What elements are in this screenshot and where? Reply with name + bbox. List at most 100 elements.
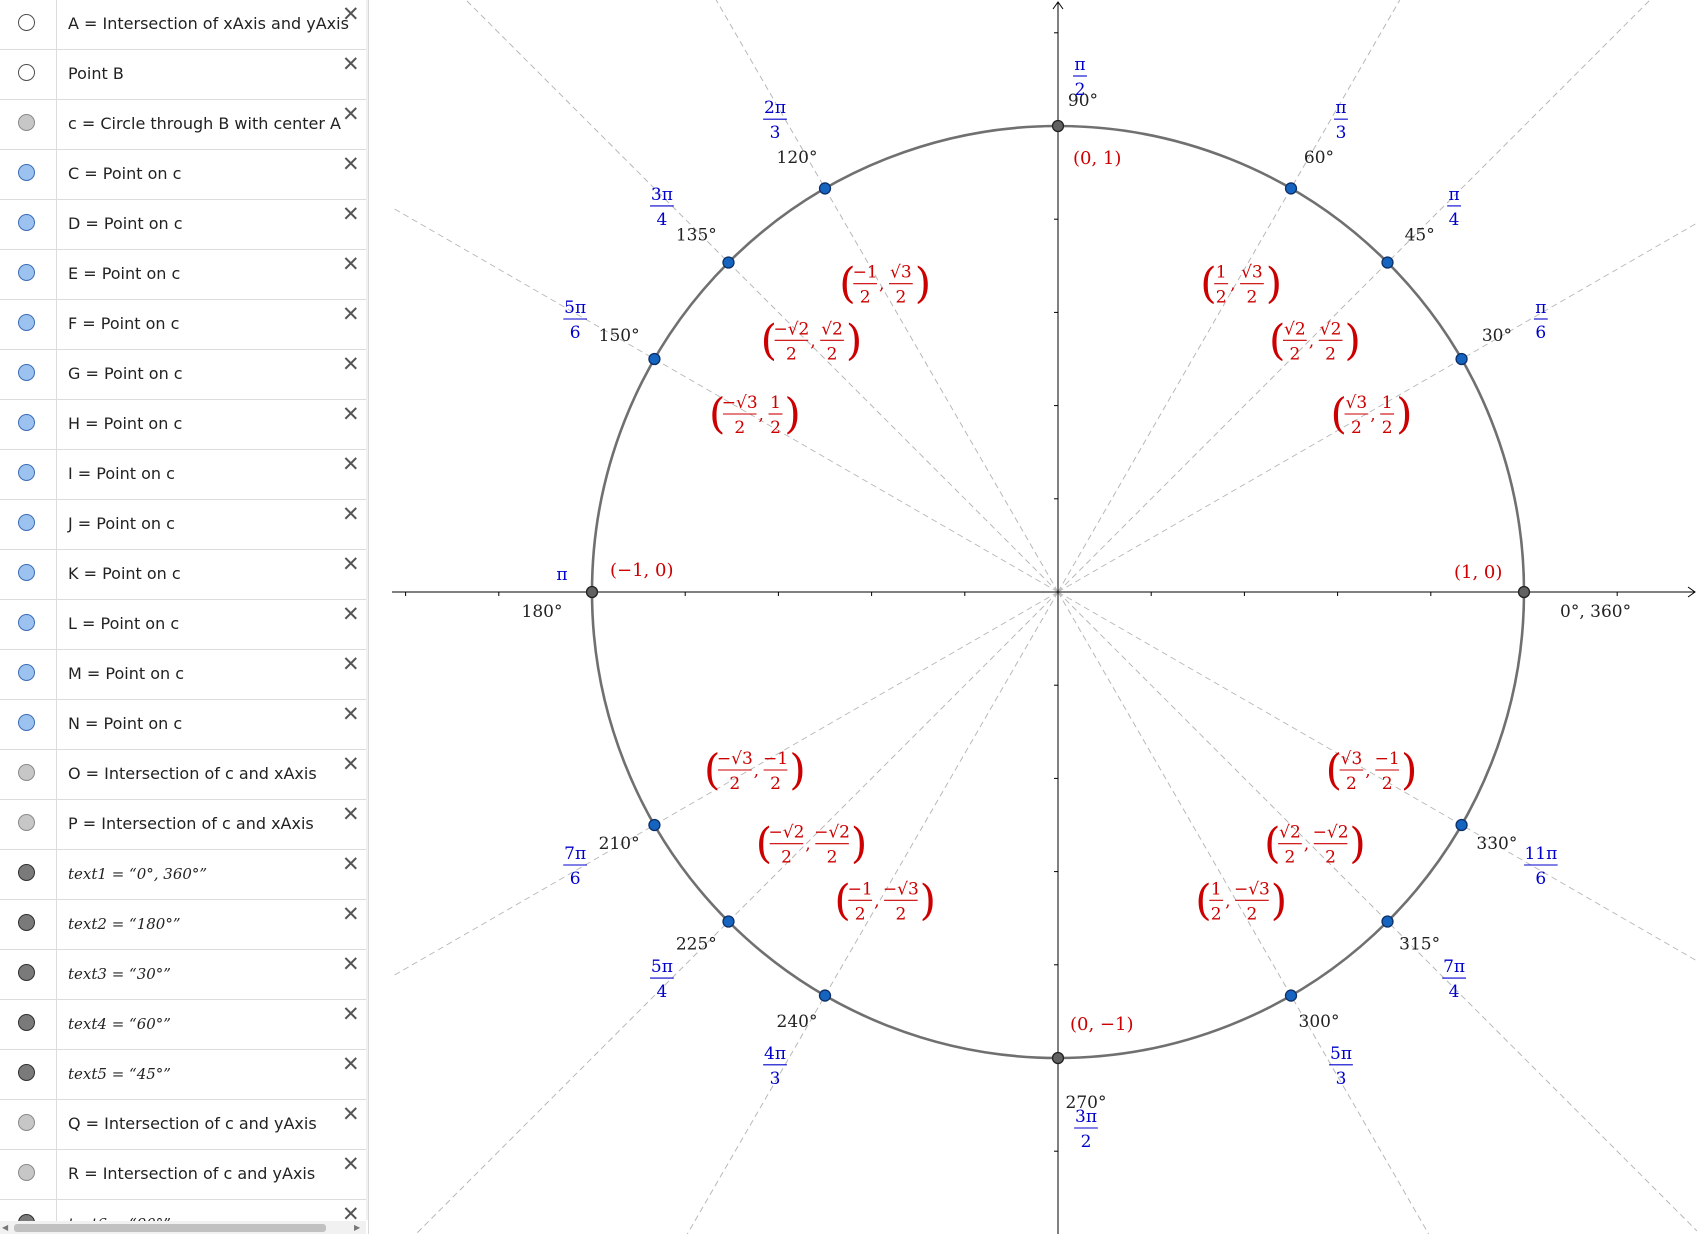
reference-ray — [465, 0, 1059, 593]
axis-intersection-point[interactable] — [1051, 1051, 1065, 1065]
radian-label-numerator: 4π — [764, 1044, 786, 1064]
point-on-circle[interactable] — [722, 256, 735, 269]
left-paren: ( — [1200, 259, 1216, 308]
radian-label-denominator: 2 — [1081, 1132, 1092, 1152]
axis-intersection-point[interactable] — [585, 585, 599, 599]
radian-label-denominator: 3 — [1336, 123, 1347, 143]
coordinate-x-denominator: 2 — [1346, 774, 1357, 794]
degree-label: 210° — [599, 834, 640, 854]
right-paren: ) — [1266, 259, 1282, 308]
coordinate-y-numerator: −1 — [763, 749, 788, 769]
coordinate-y-numerator: √3 — [890, 263, 912, 283]
right-paren: ) — [1401, 745, 1417, 794]
right-paren: ) — [789, 745, 805, 794]
radian-label-denominator: 4 — [1449, 982, 1460, 1002]
point-on-circle[interactable] — [722, 915, 735, 928]
reference-ray — [1057, 591, 1697, 962]
comma: , — [874, 891, 879, 911]
radian-label-denominator: 3 — [770, 1069, 781, 1089]
coordinate-x-numerator: −√3 — [717, 749, 753, 769]
coordinate-y-numerator: √3 — [1241, 263, 1263, 283]
coordinate-x-denominator: 2 — [1285, 848, 1296, 868]
coordinate-label: (,) — [1326, 745, 1418, 794]
coordinate-x-denominator: 2 — [1351, 418, 1362, 438]
reference-ray — [1057, 0, 1651, 593]
coordinate-y-denominator: 2 — [827, 848, 838, 868]
axis-intersection-point[interactable] — [1517, 585, 1531, 599]
left-paren: ( — [1326, 745, 1342, 794]
left-paren: ( — [1269, 315, 1285, 364]
radian-label-denominator: 4 — [657, 210, 668, 230]
radian-label-denominator: 6 — [1535, 323, 1546, 343]
comma: , — [805, 835, 810, 855]
point-on-circle[interactable] — [1455, 352, 1468, 366]
reference-ray — [715, 0, 1059, 593]
point-on-circle[interactable] — [818, 989, 832, 1002]
radian-label-numerator: 5π — [1330, 1044, 1352, 1064]
radian-label-numerator: π — [1335, 98, 1346, 118]
coordinate-x-numerator: √3 — [1346, 393, 1368, 413]
left-paren: ( — [1264, 819, 1280, 868]
degree-label: 0°, 360° — [1560, 602, 1631, 622]
comma: , — [1370, 405, 1375, 425]
coordinate-label: (,) — [1269, 315, 1361, 364]
radian-label-numerator: 5π — [651, 957, 673, 977]
coordinate-y-numerator: √2 — [821, 319, 843, 339]
coordinate-x-numerator: √2 — [1279, 823, 1301, 843]
radian-label-denominator: 6 — [570, 869, 581, 889]
point-on-circle[interactable] — [648, 818, 661, 832]
degree-label: 135° — [676, 225, 717, 245]
radian-label-numerator: 3π — [651, 185, 673, 205]
left-paren: ( — [1331, 389, 1347, 438]
right-paren: ) — [1271, 875, 1287, 924]
coordinate-x-numerator: √2 — [1284, 319, 1306, 339]
coordinate-y-numerator: −1 — [1375, 749, 1400, 769]
point-on-circle[interactable] — [818, 182, 832, 195]
point-on-circle[interactable] — [648, 352, 661, 366]
radian-label-denominator: 4 — [657, 982, 668, 1002]
comma: , — [754, 761, 759, 781]
coordinate-x-numerator: 1 — [1211, 879, 1222, 899]
reference-ray — [1057, 591, 1430, 1234]
degree-label: 315° — [1399, 935, 1440, 955]
coordinate-y-denominator: 2 — [770, 774, 781, 794]
coordinate-y-numerator: −√2 — [814, 823, 850, 843]
radian-label-denominator: 3 — [1336, 1069, 1347, 1089]
coordinate-label: (0, −1) — [1070, 1014, 1133, 1035]
graphics-view[interactable]: 0°, 360°(1, 0)30°π6(,)√321245°π4(,)√22√2… — [0, 0, 1697, 1234]
coordinate-x-denominator: 2 — [1216, 288, 1227, 308]
reference-ray — [415, 591, 1059, 1234]
right-paren: ) — [915, 259, 931, 308]
coordinate-y-denominator: 2 — [1247, 288, 1258, 308]
coordinate-y-numerator: 1 — [770, 393, 781, 413]
coordinate-y-denominator: 2 — [770, 418, 781, 438]
point-on-circle[interactable] — [1284, 182, 1298, 195]
coordinate-label: (,) — [1331, 389, 1413, 438]
radian-label-numerator: 3π — [1075, 1107, 1097, 1127]
point-on-circle[interactable] — [1381, 256, 1394, 269]
radian-label-numerator: 2π — [764, 98, 786, 118]
coordinate-y-denominator: 2 — [1382, 418, 1393, 438]
comma: , — [1309, 331, 1314, 351]
coordinate-y-numerator: −√3 — [1234, 879, 1270, 899]
radian-label-denominator: 2 — [1075, 80, 1086, 100]
radian-label-numerator: 11π — [1524, 844, 1557, 864]
degree-label: 45° — [1405, 225, 1435, 245]
comma: , — [1304, 835, 1309, 855]
coordinate-x-numerator: −√2 — [769, 823, 805, 843]
right-paren: ) — [1349, 819, 1365, 868]
angle-labels: 0°, 360°(1, 0)30°π6(,)√321245°π4(,)√22√2… — [522, 55, 1632, 1152]
coordinate-x-numerator: √3 — [1341, 749, 1363, 769]
radian-label-numerator: 7π — [564, 844, 586, 864]
comma: , — [810, 331, 815, 351]
right-paren: ) — [1344, 315, 1360, 364]
point-on-circle[interactable] — [1381, 915, 1394, 928]
radian-label-numerator: π — [1448, 185, 1459, 205]
point-on-circle[interactable] — [1455, 818, 1468, 832]
right-paren: ) — [851, 819, 867, 868]
coordinate-x-denominator: 2 — [1289, 344, 1300, 364]
coordinate-x-denominator: 2 — [1211, 904, 1222, 924]
axis-intersection-point[interactable] — [1051, 119, 1065, 133]
point-on-circle[interactable] — [1284, 989, 1298, 1002]
coordinate-y-denominator: 2 — [1325, 344, 1336, 364]
